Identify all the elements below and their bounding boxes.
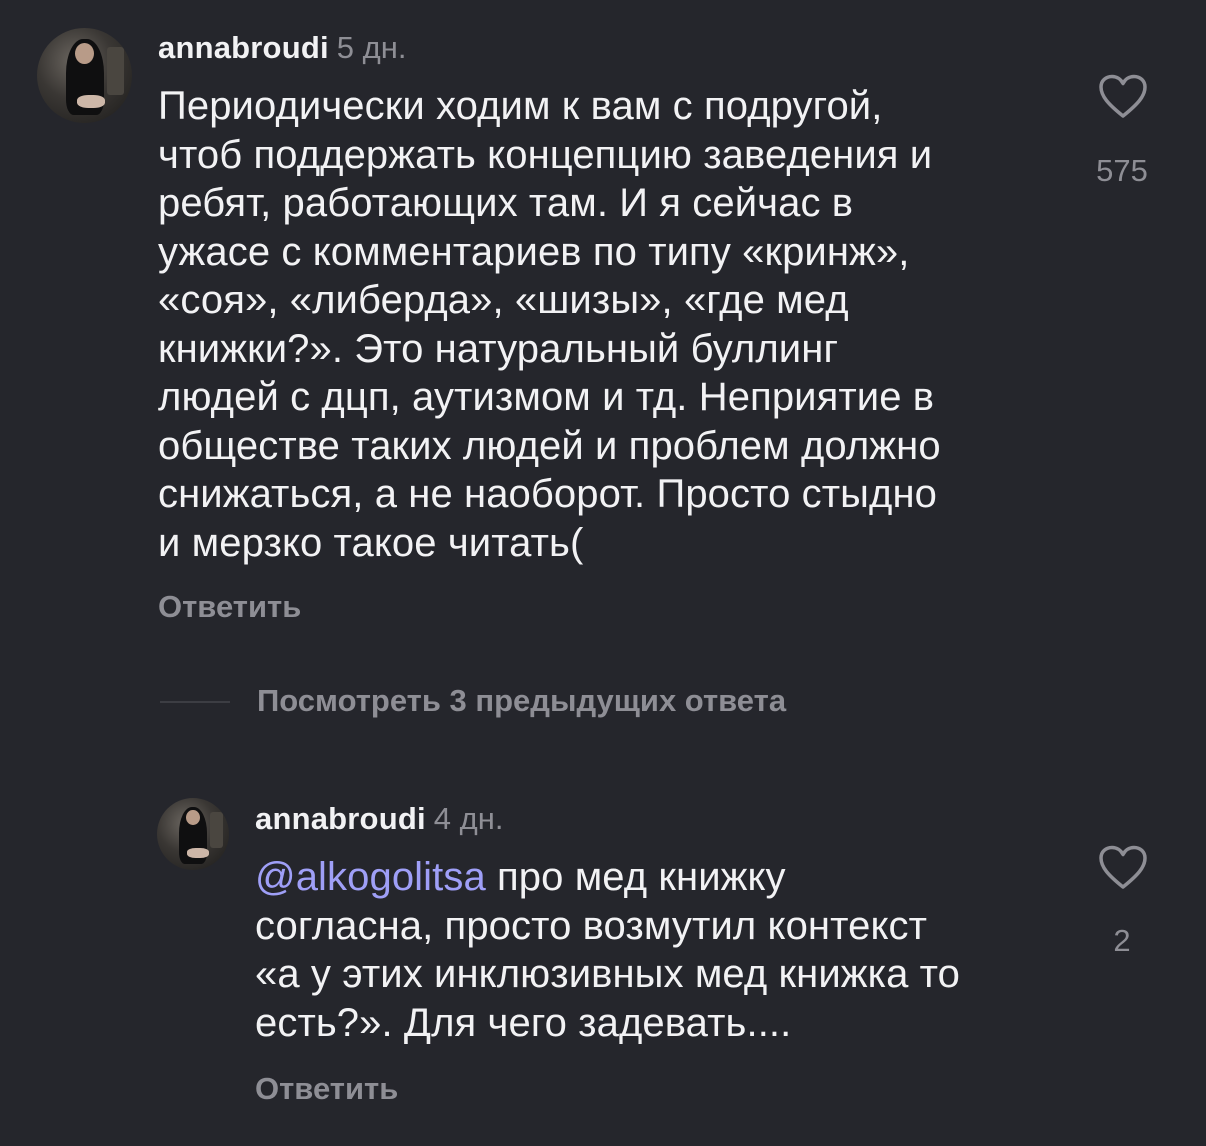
reply-button[interactable]: Ответить <box>255 1073 398 1104</box>
comment-line: согласна, просто возмутил контекст <box>255 903 928 948</box>
comment-line: снижаться, а не наоборот. Просто стыдно <box>158 472 937 516</box>
replies-divider <box>160 701 230 703</box>
reply-header: annabroudi 4 дн. <box>255 803 503 834</box>
comment-line: ужасе с комментариев по типу «кринж», <box>158 229 910 274</box>
comment-line: людей с дцп, аутизмом и тд. Неприятие в <box>158 375 935 419</box>
heart-outline-icon[interactable] <box>1098 845 1148 891</box>
comment-line: ребят, работающих там. И я сейчас в <box>158 181 854 225</box>
comment-line: есть?». Для чего задевать.... <box>255 1000 792 1045</box>
timestamp: 4 дн. <box>433 801 504 836</box>
heart-outline-icon[interactable] <box>1098 74 1148 120</box>
comment-text: Периодически ходим к вам с подругой, что… <box>158 82 941 567</box>
comment-line: «соя», «либерда», «шизы», «где мед <box>158 278 849 322</box>
comment-line: @alkogolitsa про мед книжку <box>255 853 960 902</box>
username[interactable]: annabroudi <box>255 801 426 836</box>
timestamp: 5 дн. <box>336 30 407 65</box>
comment-line: Периодически ходим к вам с подругой, <box>158 84 883 128</box>
comment-line: обществе таких людей и проблем должно <box>158 423 941 468</box>
comment-line: «а у этих инклюзивных мед книжка то <box>255 952 961 996</box>
comment-header: annabroudi 5 дн. <box>158 32 406 63</box>
comment-line: чтоб поддержать концепцию заведения и <box>158 132 933 177</box>
reply-button[interactable]: Ответить <box>158 591 301 622</box>
comment-line-text: про мед книжку <box>485 855 786 899</box>
view-previous-replies-button[interactable]: Посмотреть 3 предыдущих ответа <box>257 685 786 716</box>
like-count: 575 <box>1096 153 1148 188</box>
avatar[interactable] <box>157 798 229 870</box>
mention-link[interactable]: @alkogolitsa <box>255 855 486 899</box>
comment-line: и мерзко такое читать( <box>158 520 584 565</box>
comment-line: книжки?». Это натуральный буллинг <box>158 326 839 371</box>
username[interactable]: annabroudi <box>158 30 329 65</box>
reply-text: @alkogolitsa про мед книжку согласна, пр… <box>255 853 960 1047</box>
avatar[interactable] <box>37 28 132 123</box>
like-count: 2 <box>1113 923 1131 958</box>
